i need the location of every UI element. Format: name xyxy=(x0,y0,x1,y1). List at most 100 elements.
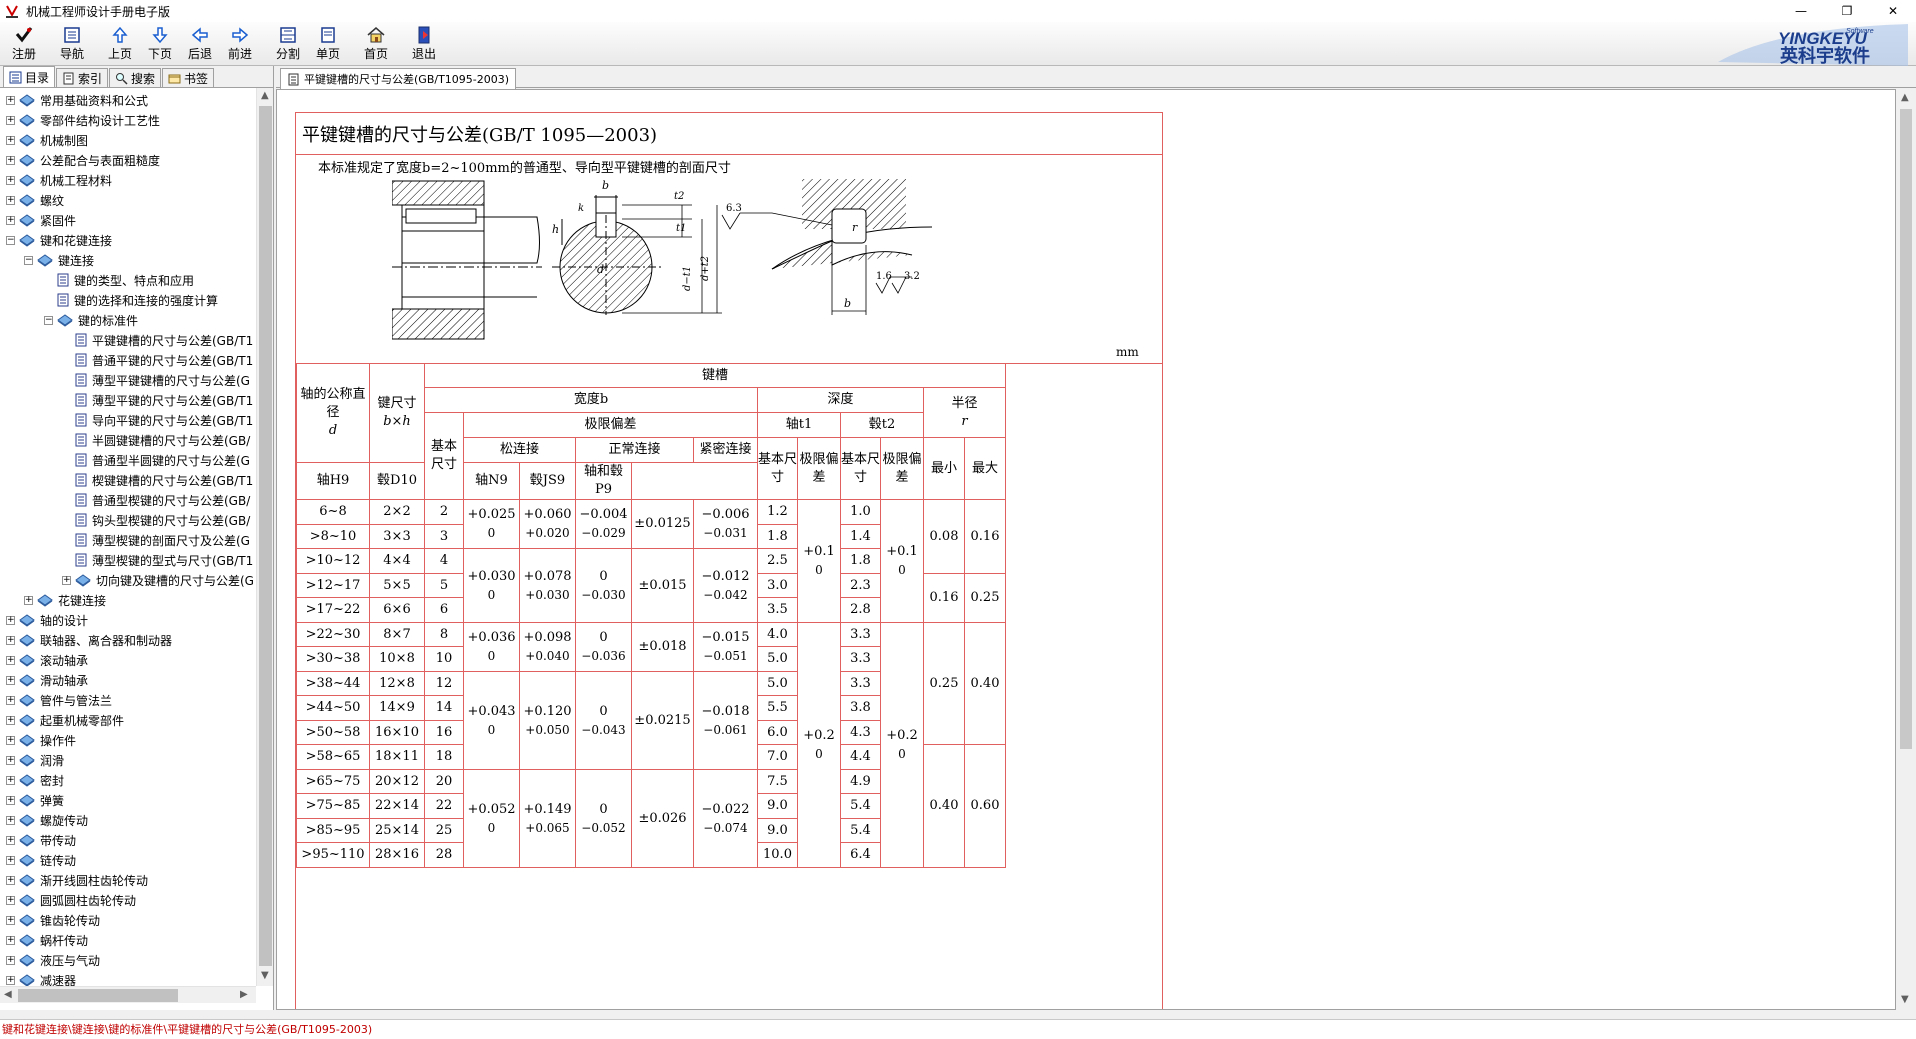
expand-icon[interactable]: + xyxy=(6,975,15,985)
tree-item[interactable]: + 密封 xyxy=(6,770,65,790)
collapse-icon[interactable]: − xyxy=(6,235,15,245)
collapse-icon[interactable]: − xyxy=(24,255,33,265)
tree-item[interactable]: + 切向键及键槽的尺寸与公差(G xyxy=(62,570,255,590)
register-button[interactable]: 注册 xyxy=(8,24,40,64)
expand-icon[interactable]: + xyxy=(6,915,15,925)
expand-icon[interactable]: + xyxy=(6,635,15,645)
tree-item[interactable]: 半圆键键槽的尺寸与公差(GB/ xyxy=(62,430,251,450)
split-button[interactable]: 分割 xyxy=(272,24,304,64)
doc-scroll-thumb[interactable] xyxy=(1900,109,1912,749)
tree-item[interactable]: + 机械制图 xyxy=(6,130,89,150)
expand-icon[interactable]: + xyxy=(6,755,15,765)
maximize-button[interactable]: ❐ xyxy=(1824,0,1870,22)
expand-icon[interactable]: + xyxy=(6,175,15,185)
expand-icon[interactable]: + xyxy=(6,715,15,725)
close-button[interactable]: ✕ xyxy=(1870,0,1916,22)
tree-item[interactable]: 楔键键槽的尺寸与公差(GB/T1 xyxy=(62,470,254,490)
navigation-button[interactable]: 导航 xyxy=(56,24,88,64)
tree-scroll-thumb[interactable] xyxy=(259,106,272,966)
tree-item[interactable]: 普通型楔键的尺寸与公差(GB/ xyxy=(62,490,251,510)
expand-icon[interactable]: + xyxy=(6,215,15,225)
tab-bookmarks[interactable]: 书签 xyxy=(162,68,215,87)
expand-icon[interactable]: + xyxy=(6,875,15,885)
prev-page-button[interactable]: 上页 xyxy=(104,24,136,64)
tree-item[interactable]: + 圆弧圆柱齿轮传动 xyxy=(6,890,137,910)
tree-item[interactable]: + 操作件 xyxy=(6,730,77,750)
tree-item[interactable]: + 链传动 xyxy=(6,850,77,870)
tree-item[interactable]: + 润滑 xyxy=(6,750,65,770)
tab-contents[interactable]: 目录 xyxy=(3,66,56,87)
tree-item[interactable]: + 零部件结构设计工艺性 xyxy=(6,110,161,130)
tree-item[interactable]: + 滑动轴承 xyxy=(6,670,89,690)
expand-icon[interactable]: + xyxy=(6,935,15,945)
tree-item[interactable]: 钩头型楔键的尺寸与公差(GB/ xyxy=(62,510,251,530)
scroll-up-icon[interactable]: ▲ xyxy=(261,90,269,101)
tree-item[interactable]: 普通型半圆键的尺寸与公差(G xyxy=(62,450,251,470)
document-tab[interactable]: 平键键槽的尺寸与公差(GB/T1095-2003) xyxy=(280,68,517,89)
tree-item[interactable]: − 键的标准件 xyxy=(44,310,139,330)
expand-icon[interactable]: + xyxy=(6,835,15,845)
tree-item[interactable]: + 起重机械零部件 xyxy=(6,710,125,730)
single-page-button[interactable]: 单页 xyxy=(312,24,344,64)
tree-hscroll-thumb[interactable] xyxy=(18,989,178,1002)
doc-scroll-up-icon[interactable]: ▲ xyxy=(1901,92,1909,103)
tree-item[interactable]: + 锥齿轮传动 xyxy=(6,910,101,930)
tab-search[interactable]: 搜索 xyxy=(109,68,162,87)
expand-icon[interactable]: + xyxy=(6,895,15,905)
minimize-button[interactable]: — xyxy=(1778,0,1824,22)
tree-item[interactable]: + 花键连接 xyxy=(24,590,107,610)
home-button[interactable]: 首页 xyxy=(360,24,392,64)
tree-item[interactable]: + 渐开线圆柱齿轮传动 xyxy=(6,870,149,890)
tree-item[interactable]: 薄型平键的尺寸与公差(GB/T1 xyxy=(62,390,254,410)
expand-icon[interactable]: + xyxy=(6,615,15,625)
tab-index[interactable]: 索引 xyxy=(56,68,109,87)
expand-icon[interactable]: + xyxy=(6,195,15,205)
tree-item[interactable]: 键的类型、特点和应用 xyxy=(44,270,195,290)
expand-icon[interactable]: + xyxy=(6,815,15,825)
tree-item[interactable]: 薄型平键键槽的尺寸与公差(G xyxy=(62,370,251,390)
tree-item[interactable]: + 减速器 xyxy=(6,970,77,986)
doc-scroll-down-icon[interactable]: ▼ xyxy=(1901,994,1909,1005)
back-button[interactable]: 后退 xyxy=(184,24,216,64)
tree-item[interactable]: + 轴的设计 xyxy=(6,610,89,630)
expand-icon[interactable]: + xyxy=(6,115,15,125)
scroll-left-icon[interactable]: ◀ xyxy=(4,989,12,1000)
tree-item[interactable]: + 螺纹 xyxy=(6,190,65,210)
tree-item[interactable]: 键的选择和连接的强度计算 xyxy=(44,290,219,310)
tree-vertical-scrollbar[interactable]: ▲ ▼ xyxy=(256,88,273,986)
scroll-down-icon[interactable]: ▼ xyxy=(261,970,269,981)
tree-item[interactable]: + 蜗杆传动 xyxy=(6,930,89,950)
expand-icon[interactable]: + xyxy=(6,135,15,145)
document-vertical-scrollbar[interactable]: ▲ ▼ xyxy=(1896,89,1916,1010)
tree-item[interactable]: + 机械工程材料 xyxy=(6,170,113,190)
expand-icon[interactable]: + xyxy=(6,675,15,685)
tree-item[interactable]: + 螺旋传动 xyxy=(6,810,89,830)
forward-button[interactable]: 前进 xyxy=(224,24,256,64)
next-page-button[interactable]: 下页 xyxy=(144,24,176,64)
tree-item[interactable]: + 管件与管法兰 xyxy=(6,690,113,710)
tree-item[interactable]: + 液压与气动 xyxy=(6,950,101,970)
tree-item[interactable]: − 键连接 xyxy=(24,250,95,270)
tree-item[interactable]: + 联轴器、离合器和制动器 xyxy=(6,630,173,650)
tree-item[interactable]: 薄型楔键的剖面尺寸及公差(G xyxy=(62,530,251,550)
tree-item[interactable]: + 常用基础资料和公式 xyxy=(6,90,149,110)
tree-item[interactable]: 薄型楔键的型式与尺寸(GB/T1 xyxy=(62,550,254,570)
expand-icon[interactable]: + xyxy=(6,955,15,965)
expand-icon[interactable]: + xyxy=(6,795,15,805)
scroll-right-icon[interactable]: ▶ xyxy=(240,989,248,1000)
tree-item[interactable]: + 带传动 xyxy=(6,830,77,850)
expand-icon[interactable]: + xyxy=(62,575,71,585)
tree-item[interactable]: 导向平键的尺寸与公差(GB/T1 xyxy=(62,410,254,430)
tree-item[interactable]: + 公差配合与表面粗糙度 xyxy=(6,150,161,170)
expand-icon[interactable]: + xyxy=(6,155,15,165)
expand-icon[interactable]: + xyxy=(6,735,15,745)
expand-icon[interactable]: + xyxy=(24,595,33,605)
tree-item[interactable]: + 弹簧 xyxy=(6,790,65,810)
collapse-icon[interactable]: − xyxy=(44,315,53,325)
expand-icon[interactable]: + xyxy=(6,855,15,865)
tree-horizontal-scrollbar[interactable]: ◀ ▶ xyxy=(0,986,256,1003)
exit-button[interactable]: 退出 xyxy=(408,24,440,64)
expand-icon[interactable]: + xyxy=(6,655,15,665)
tree-item[interactable]: + 紧固件 xyxy=(6,210,77,230)
expand-icon[interactable]: + xyxy=(6,695,15,705)
